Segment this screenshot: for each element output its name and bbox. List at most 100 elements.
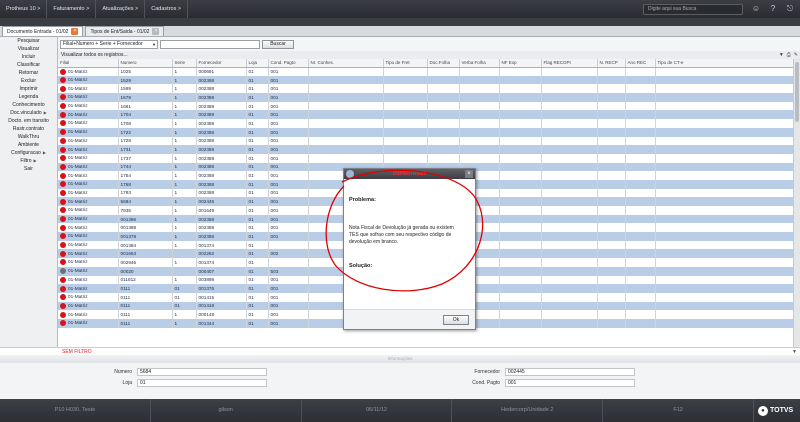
table-cell-empty [427,75,460,85]
totvs-brand-text: TOTVS [769,407,794,414]
table-cell-empty [308,153,384,163]
search-button[interactable]: Buscar [262,39,294,49]
close-icon[interactable]: × [465,170,473,178]
global-search-input[interactable]: Digite aqui sua Busca [643,3,743,15]
app-window: Protheus 10 > Faturamento > Atualizações… [0,0,800,422]
sidebar-item-classificar[interactable]: Classificar [0,61,57,69]
column-header[interactable]: Flag RECOPI [541,59,598,68]
tab-label: Documento Entrada - 01/02 [7,28,69,35]
table-cell-empty [597,214,626,224]
sidebar-item-filtro[interactable]: Filtro ▶ [0,157,57,165]
cell-text: 002 [270,251,279,257]
table-cell-empty [597,110,626,120]
column-header[interactable]: Loja [246,59,269,68]
table-row[interactable]: 01-Matriz 1731 1 002388 01 001 [58,145,794,154]
dialog-title: DSPADTRSNT [392,171,427,177]
column-header[interactable]: Serie [172,59,197,68]
table-cell-empty [625,119,656,128]
column-header[interactable]: Fornecedor [196,59,247,68]
sidebar-item-doc-vinculado[interactable]: Doc.vinculado ▶ [0,109,57,117]
scrollbar-thumb[interactable] [795,62,799,122]
exit-icon[interactable]: ⎋ [783,2,797,16]
dropdown-icon[interactable]: ▼ [779,51,784,59]
table-cell-empty [499,145,542,154]
breadcrumb-faturamento[interactable]: Faturamento > [47,0,97,18]
column-header[interactable]: N. RECP [597,59,626,68]
vertical-scrollbar[interactable] [793,59,800,347]
sidebar-item-legenda[interactable]: Legenda [0,93,57,101]
cond-pagto-field[interactable]: 001 [505,379,635,387]
column-header[interactable]: Verba Folha [459,59,500,68]
cell-text: 1025 [120,69,131,75]
breadcrumb-cadastros[interactable]: Cadastros > [145,0,189,18]
user-icon[interactable]: ☺ [749,2,763,16]
table-row[interactable]: 01-Matriz 1722 1 002388 01 001 [58,127,794,137]
help-icon[interactable]: ? [766,2,780,16]
sidebar-item-incluir[interactable]: Incluir [0,53,57,61]
fornecedor-field[interactable]: 002445 [505,368,635,376]
table-row[interactable]: 01-Matriz 1737 1 002388 01 001 [58,153,794,163]
column-header[interactable]: Filial [58,59,119,68]
sidebar-item-walkthru[interactable]: WalkThru [0,133,57,141]
sidebar-item-ambiente[interactable]: Ambiente [0,141,57,149]
breadcrumb-atualizacoes[interactable]: Atualizações > [96,0,146,18]
tab-documento-entrada[interactable]: Documento Entrada - 01/02 × [2,26,84,36]
sidebar-item-conhecimento[interactable]: Conhecimento [0,101,57,109]
table-cell-loja: 01 [246,232,269,241]
sidebar-item-imprimir[interactable]: Imprimir [0,85,57,93]
table-cell-empty [499,214,542,224]
column-header[interactable]: Numero [118,59,173,68]
tab-tipos-ent-saida[interactable]: Tipos de Ent/Saida - 01/02 × [85,26,165,36]
column-header[interactable]: Tipo de Fret [383,59,428,68]
sidebar-item-excluir[interactable]: Excluir [0,77,57,85]
table-row[interactable]: 01-Matriz 1708 1 002388 01 001 [58,119,794,128]
table-row[interactable]: 01-Matriz 1681 1 002388 01 001 [58,101,794,111]
cell-text: 001 [270,207,279,213]
cell-text: 1 [174,181,178,187]
table-cell-numero: 1737 [118,153,173,163]
table-row[interactable]: 01-Matriz 1679 1 002388 01 001 [58,93,794,102]
cell-text: 001378 [120,233,137,239]
sidebar-item-label: Conhecimento [12,102,45,108]
table-row[interactable]: 01-Matriz 1728 1 002388 01 001 [58,136,794,146]
table-row[interactable]: 01-Matriz 1529 1 002388 01 001 [58,75,794,85]
loja-field[interactable]: 01 [137,379,267,387]
ok-button[interactable]: Ok [443,315,469,325]
column-header[interactable]: Tipo de CT-e [655,59,794,68]
cell-text: 1704 [120,112,131,118]
breadcrumb-protheus[interactable]: Protheus 10 > [0,0,48,18]
column-header[interactable]: Nr. Conhec. [308,59,384,68]
view-mode-label[interactable]: Visualizar todos os registros... [61,52,128,58]
table-cell-empty [655,145,794,154]
print-icon[interactable]: ⎙ [787,51,791,59]
sidebar-item-visualizar[interactable]: Visualizar [0,45,57,53]
close-tab-icon[interactable]: × [71,28,79,35]
table-cell-loja: 01 [246,258,269,267]
table-row[interactable]: 01-Matriz 1599 1 002388 01 001 [58,84,794,94]
numero-field[interactable]: 5684 [137,368,267,376]
edit-icon[interactable]: ✎ [794,51,798,59]
sidebar-item-rastr-contrato[interactable]: Rastr.contrato [0,125,57,133]
close-tab-icon[interactable]: × [152,28,160,35]
cell-text: 01-Matriz [68,164,88,170]
details-separator[interactable]: Informações [0,355,800,363]
table-cell-empty [541,301,598,311]
column-header[interactable]: Ano REC [625,59,656,68]
search-input[interactable] [160,39,260,49]
table-row[interactable]: 01-Matriz 1025 1 000691 01 001 [58,67,794,76]
dialog-titlebar[interactable]: DSPADTRSNT × [344,169,475,179]
sidebar-item-sair[interactable]: Sair [0,165,57,173]
column-header[interactable]: NF Exp [499,59,542,68]
table-cell-cond: 001 [268,197,309,206]
column-header[interactable]: Cond. Pagto [268,59,309,68]
column-header[interactable]: Doc.Folha [427,59,460,68]
cell-text: 002388 [198,233,215,239]
cell-text: 002388 [198,77,215,83]
sidebar-item-configuracao[interactable]: Configuracao ▶ [0,149,57,157]
sidebar-item-docto-em-transito[interactable]: Docto. em transito [0,117,57,125]
search-order-select[interactable]: Filial+Numero + Serie + Fornecedor ▼ [60,39,158,49]
table-cell-empty [625,249,656,259]
sidebar-item-pesquisar[interactable]: Pesquisar [0,37,57,45]
table-row[interactable]: 01-Matriz 1704 1 002388 01 001 [58,110,794,120]
sidebar-item-retornar[interactable]: Retornar [0,69,57,77]
